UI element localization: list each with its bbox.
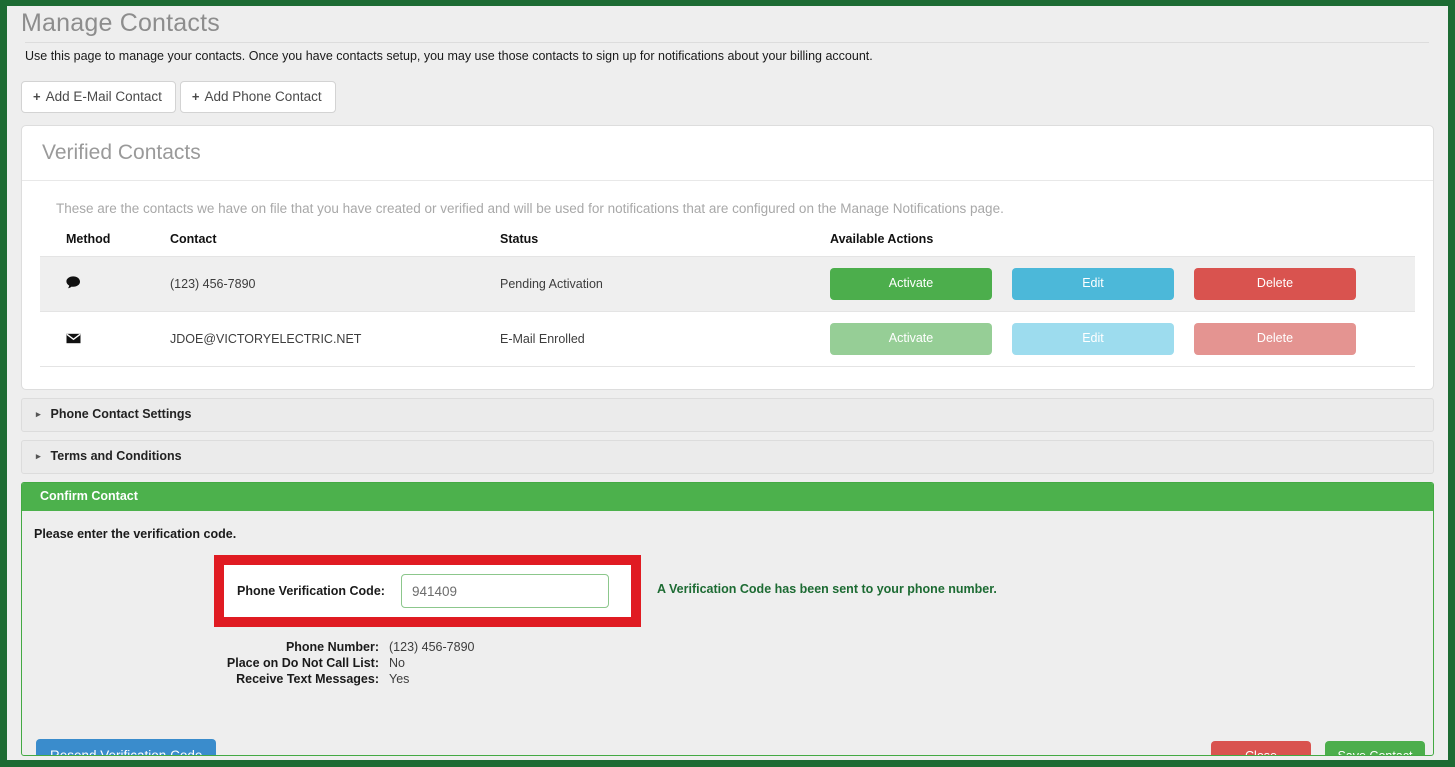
verification-code-row: Phone Verification Code: A Verification … (34, 555, 1433, 627)
detail-label: Receive Text Messages: (236, 672, 379, 686)
resend-verification-code-button[interactable]: Resend Verification Code (36, 739, 217, 755)
manage-contacts-page: Manage Contacts Use this page to manage … (7, 6, 1448, 760)
confirm-contact-panel: Confirm Contact Please enter the verific… (21, 482, 1434, 756)
contact-value-cell: (123) 456-7890 (170, 256, 500, 312)
add-email-contact-label: Add E-Mail Contact (45, 89, 162, 104)
verified-contacts-body: These are the contacts we have on file t… (22, 181, 1433, 389)
speech-bubble-icon (66, 276, 81, 292)
contact-actions-cell: Activate Edit Delete (830, 311, 1415, 367)
add-phone-contact-label: Add Phone Contact (204, 89, 322, 104)
detail-label: Phone Number: (285, 640, 379, 654)
column-header-actions: Available Actions (830, 232, 1415, 257)
contact-method-cell (40, 311, 170, 367)
column-header-method: Method (40, 232, 170, 257)
add-email-contact-button[interactable]: + Add E-Mail Contact (21, 81, 176, 113)
verification-sent-message: A Verification Code has been sent to you… (657, 582, 997, 596)
detail-row-receive-text: Receive Text Messages: Yes (34, 671, 1433, 687)
verification-code-input[interactable] (400, 574, 609, 608)
verification-code-label: Phone Verification Code: (237, 584, 385, 598)
detail-label: Place on Do Not Call List: (226, 656, 379, 670)
contacts-table: Method Contact Status Available Actions (40, 232, 1415, 367)
detail-value: (123) 456-7890 (389, 640, 475, 654)
table-row: JDOE@VICTORYELECTRIC.NET E-Mail Enrolled… (40, 311, 1415, 367)
detail-value: No (389, 656, 405, 670)
column-header-contact: Contact (170, 232, 500, 257)
table-row: (123) 456-7890 Pending Activation Activa… (40, 256, 1415, 312)
verified-contacts-card: Verified Contacts These are the contacts… (21, 125, 1434, 390)
plus-icon: + (191, 89, 200, 104)
verified-contacts-title: Verified Contacts (22, 126, 1433, 181)
plus-icon: + (33, 89, 41, 104)
verification-instruction: Please enter the verification code. (34, 527, 237, 541)
contact-value-cell: JDOE@VICTORYELECTRIC.NET (170, 311, 500, 367)
action-button-group: Activate Edit Delete (830, 268, 1415, 300)
chevron-right-icon: ▸ (36, 451, 41, 461)
activate-button: Activate (830, 323, 992, 355)
activate-button[interactable]: Activate (830, 268, 992, 300)
chevron-right-icon: ▸ (36, 409, 41, 419)
accordion-terms-and-conditions[interactable]: ▸ Terms and Conditions (21, 440, 1434, 474)
action-button-group: Activate Edit Delete (830, 323, 1415, 355)
contact-actions-cell: Activate Edit Delete (830, 256, 1415, 312)
edit-button[interactable]: Edit (1012, 268, 1174, 300)
page-title: Manage Contacts (21, 9, 220, 37)
edit-button: Edit (1012, 323, 1174, 355)
confirm-panel-footer-actions: Close Save Contact (1211, 741, 1425, 755)
contact-details-list: Phone Number: (123) 456-7890 Place on Do… (34, 639, 1433, 687)
save-contact-button[interactable]: Save Contact (1325, 741, 1425, 755)
envelope-icon (66, 331, 81, 347)
table-header-row: Method Contact Status Available Actions (40, 232, 1415, 257)
contact-method-cell (40, 256, 170, 312)
delete-button: Delete (1194, 323, 1356, 355)
detail-value: Yes (389, 672, 410, 686)
detail-row-do-not-call: Place on Do Not Call List: No (34, 655, 1433, 671)
verified-contacts-description: These are the contacts we have on file t… (56, 201, 1004, 216)
confirm-contact-body: Please enter the verification code. Phon… (22, 511, 1433, 755)
page-intro-text: Use this page to manage your contacts. O… (25, 42, 1429, 63)
contact-status-cell: E-Mail Enrolled (500, 311, 830, 367)
accordion-phone-contact-settings[interactable]: ▸ Phone Contact Settings (21, 398, 1434, 432)
add-contact-toolbar: + Add E-Mail Contact + Add Phone Contact (21, 81, 1448, 113)
delete-button[interactable]: Delete (1194, 268, 1356, 300)
column-header-status: Status (500, 232, 830, 257)
confirm-contact-panel-title: Confirm Contact (22, 483, 1433, 511)
verification-code-highlight-box: Phone Verification Code: (214, 555, 641, 627)
add-phone-contact-button[interactable]: + Add Phone Contact (179, 81, 336, 113)
accordion-label: Terms and Conditions (50, 449, 182, 463)
accordion-label: Phone Contact Settings (50, 407, 192, 421)
detail-row-phone-number: Phone Number: (123) 456-7890 (34, 639, 1433, 655)
close-button[interactable]: Close (1211, 741, 1311, 755)
contact-status-cell: Pending Activation (500, 256, 830, 312)
